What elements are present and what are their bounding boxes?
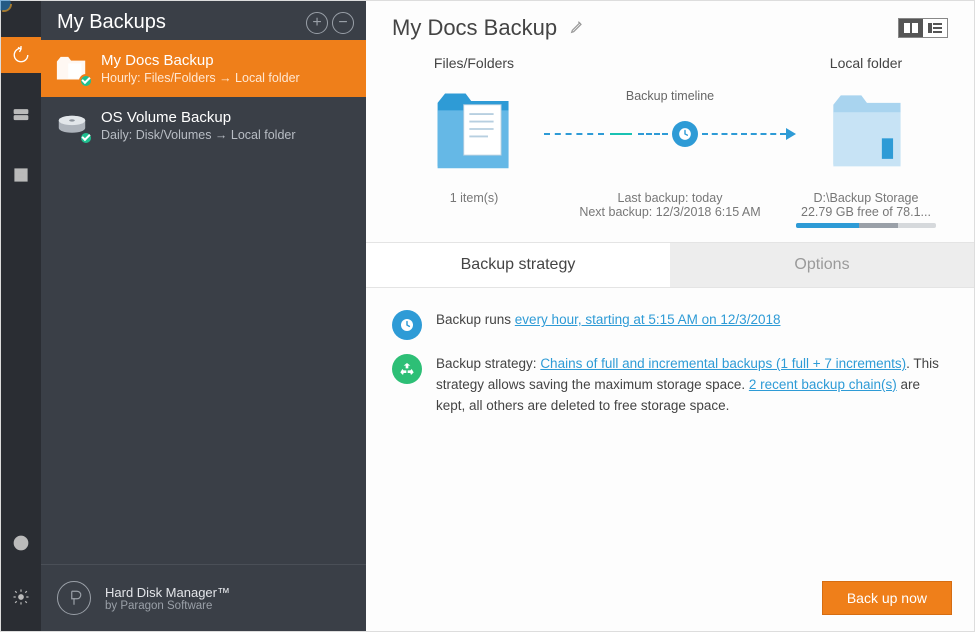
remove-backup-button[interactable]: − — [332, 12, 354, 34]
schedule-link[interactable]: every hour, starting at 5:15 AM on 12/3/… — [515, 312, 781, 327]
brand-logo-icon — [57, 581, 91, 615]
brand-name: Hard Disk Manager™ — [105, 585, 230, 600]
disk-volume-icon — [55, 111, 89, 141]
source-info: 1 item(s) — [404, 191, 544, 228]
backup-item-title: My Docs Backup — [101, 52, 300, 69]
tab-options[interactable]: Options — [670, 243, 974, 287]
nav-list-tab[interactable] — [1, 157, 41, 193]
nav-settings-icon[interactable] — [1, 579, 41, 615]
sidebar-title: My Backups — [57, 11, 166, 34]
backup-item-osvolume[interactable]: OS Volume Backup Daily: Disk/Volumes → L… — [41, 97, 366, 154]
dest-header: Local folder — [830, 55, 902, 71]
brand-vendor: by Paragon Software — [105, 600, 230, 612]
backup-item-subtitle: Daily: Disk/Volumes → Local folder — [101, 128, 296, 142]
edit-name-icon[interactable] — [569, 19, 585, 38]
nav-backup-tab[interactable] — [1, 37, 41, 73]
backup-item-title: OS Volume Backup — [101, 109, 296, 126]
timeline-label: Backup timeline — [626, 89, 714, 103]
dest-free: 22.79 GB free of 78.1... — [796, 205, 936, 219]
nav-help-icon[interactable] — [1, 525, 41, 561]
strategy-recycle-icon — [392, 354, 422, 384]
timeline-arrow — [544, 121, 796, 147]
watermark-logo — [0, 0, 13, 16]
strategy-recent-link[interactable]: 2 recent backup chain(s) — [749, 377, 897, 392]
sidebar: My Backups + − My Docs Backup Hourly: Fi… — [41, 1, 366, 631]
files-folder-icon — [55, 54, 89, 84]
view-toggle[interactable] — [898, 18, 948, 38]
strategy-chains-link[interactable]: Chains of full and incremental backups (… — [540, 356, 906, 371]
last-backup-text: Last backup: today — [544, 191, 796, 205]
schedule-text: Backup runs every hour, starting at 5:15… — [436, 310, 780, 331]
dest-path: D:\Backup Storage — [796, 191, 936, 205]
main-panel: My Docs Backup Files/Folders Backup time… — [366, 1, 974, 631]
source-header: Files/Folders — [434, 55, 514, 71]
backup-item-subtitle: Hourly: Files/Folders → Local folder — [101, 71, 300, 85]
next-backup-text: Next backup: 12/3/2018 6:15 AM — [544, 205, 796, 219]
add-backup-button[interactable]: + — [306, 12, 328, 34]
view-toggle-summary[interactable] — [899, 19, 923, 37]
dest-folder-icon[interactable] — [824, 79, 908, 179]
view-toggle-detail[interactable] — [923, 19, 947, 37]
schedule-clock-icon — [392, 310, 422, 340]
page-title: My Docs Backup — [392, 15, 557, 41]
nav-drives-tab[interactable] — [1, 97, 41, 133]
brand-footer: Hard Disk Manager™ by Paragon Software — [41, 564, 366, 631]
backup-now-button[interactable]: Back up now — [822, 581, 952, 615]
nav-iconbar — [1, 1, 41, 631]
tab-backup-strategy[interactable]: Backup strategy — [366, 243, 670, 287]
strategy-text: Backup strategy: Chains of full and incr… — [436, 354, 948, 417]
storage-usage-bar — [796, 223, 936, 228]
source-files-icon[interactable] — [432, 79, 516, 179]
clock-icon — [672, 121, 698, 147]
backup-item-mydocs[interactable]: My Docs Backup Hourly: Files/Folders → L… — [41, 40, 366, 97]
